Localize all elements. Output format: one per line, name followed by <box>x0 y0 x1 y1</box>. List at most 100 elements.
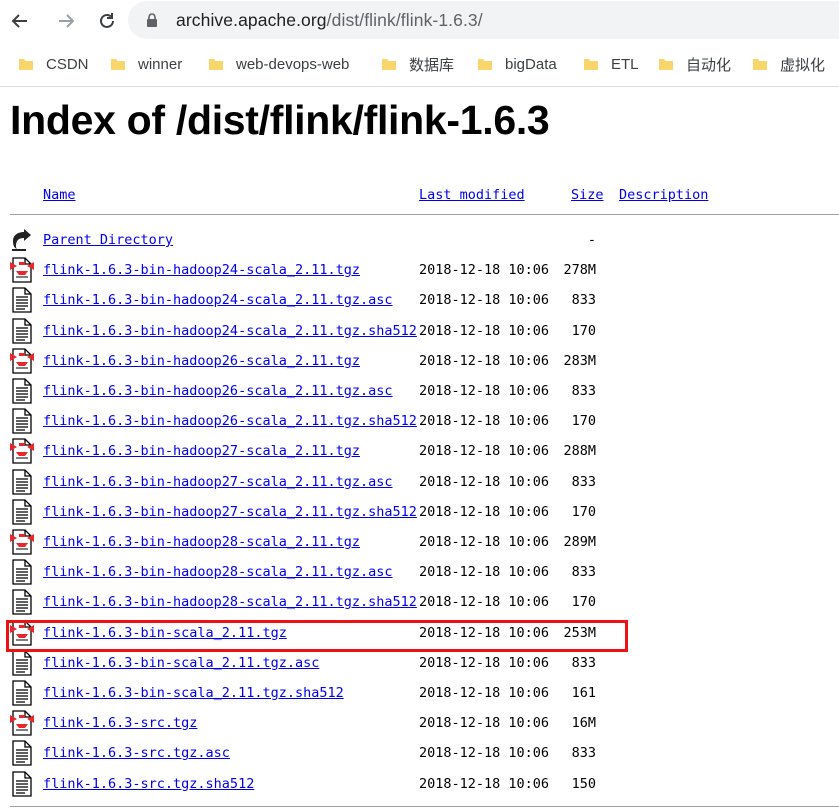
file-link[interactable]: flink-1.6.3-bin-hadoop28-scala_2.11.tgz.… <box>43 564 393 580</box>
file-link[interactable]: flink-1.6.3-bin-hadoop24-scala_2.11.tgz.… <box>43 292 393 308</box>
last-modified: 2018-12-18 10:06 <box>419 594 550 611</box>
table-row: flink-1.6.3-bin-hadoop27-scala_2.11.tgz.… <box>0 467 839 497</box>
last-modified: 2018-12-18 10:06 <box>419 322 550 339</box>
file-size: 833 <box>571 564 596 581</box>
last-modified: 2018-12-18 10:06 <box>419 654 550 671</box>
text-file-icon <box>10 317 34 344</box>
bookmark-label: web-devops-web <box>236 55 350 73</box>
bookmark-etl[interactable]: ETL <box>583 53 639 75</box>
file-link[interactable]: flink-1.6.3-bin-scala_2.11.tgz.asc <box>43 655 319 671</box>
table-row: flink-1.6.3-bin-hadoop28-scala_2.11.tgz.… <box>0 587 839 617</box>
text-file-icon <box>10 770 34 797</box>
file-link[interactable]: flink-1.6.3-bin-hadoop26-scala_2.11.tgz <box>43 353 360 369</box>
reload-icon <box>100 13 114 28</box>
table-row: flink-1.6.3-bin-hadoop24-scala_2.11.tgz 2… <box>0 255 839 285</box>
archive-icon <box>10 348 34 374</box>
table-row: flink-1.6.3-bin-hadoop28-scala_2.11.tgz.… <box>0 557 839 587</box>
file-size: 833 <box>571 292 596 309</box>
file-size: 16M <box>571 715 596 732</box>
file-link[interactable]: flink-1.6.3-bin-hadoop27-scala_2.11.tgz.… <box>43 504 417 520</box>
file-link[interactable]: flink-1.6.3-bin-hadoop24-scala_2.11.tgz <box>43 262 360 278</box>
file-link[interactable]: flink-1.6.3-src.tgz.sha512 <box>43 776 254 792</box>
address-bar[interactable]: archive.apache.org/dist/flink/flink-1.6.… <box>128 1 839 39</box>
back-button[interactable] <box>7 8 33 34</box>
bookmark-csdn[interactable]: CSDN <box>18 53 89 75</box>
file-link[interactable]: flink-1.6.3-bin-hadoop26-scala_2.11.tgz.… <box>43 413 417 429</box>
file-size: 833 <box>571 383 596 399</box>
bookmark-web-devops-web[interactable]: web-devops-web <box>208 53 349 75</box>
arrow-right-icon <box>59 14 75 28</box>
bookmark-label: ETL <box>611 55 639 73</box>
url-text[interactable]: archive.apache.org/dist/flink/flink-1.6.… <box>176 10 483 31</box>
text-file-icon <box>10 559 34 585</box>
file-size: 170 <box>571 594 596 611</box>
bookmark-label: bigData <box>505 55 557 73</box>
text-file-icon <box>10 650 34 676</box>
file-link[interactable]: flink-1.6.3-bin-hadoop26-scala_2.11.tgz.… <box>43 383 393 399</box>
file-link[interactable]: flink-1.6.3-bin-hadoop27-scala_2.11.tgz <box>43 443 360 459</box>
file-size: 170 <box>571 322 596 339</box>
file-link[interactable]: flink-1.6.3-bin-hadoop28-scala_2.11.tgz <box>43 534 360 550</box>
text-file-icon <box>10 589 34 616</box>
bookmark-label: winner <box>138 55 183 73</box>
file-size: 288M <box>563 443 596 460</box>
table-row: flink-1.6.3-bin-hadoop27-scala_2.11.tgz.… <box>0 497 839 527</box>
table-row: flink-1.6.3-bin-hadoop26-scala_2.11.tgz.… <box>0 406 839 436</box>
bookmark-virtualization[interactable]: 虚拟化 <box>752 53 825 75</box>
file-link[interactable]: flink-1.6.3-src.tgz <box>43 715 197 731</box>
column-header-name[interactable]: Name <box>43 187 76 203</box>
text-file-icon <box>10 287 34 314</box>
last-modified: 2018-12-18 10:06 <box>419 534 550 550</box>
table-row: flink-1.6.3-bin-scala_2.11.tgz.sha512 201… <box>0 678 839 708</box>
column-header-size[interactable]: Size <box>571 187 604 203</box>
file-link[interactable]: flink-1.6.3-src.tgz.asc <box>43 745 230 761</box>
bookmark-bigdata[interactable]: bigData <box>477 53 557 75</box>
folder-icon <box>209 59 223 70</box>
last-modified: 2018-12-18 10:06 <box>419 383 550 399</box>
file-link[interactable]: flink-1.6.3-bin-hadoop24-scala_2.11.tgz.… <box>43 323 417 339</box>
last-modified: 2018-12-18 10:06 <box>419 564 550 581</box>
folder-icon <box>478 59 492 70</box>
file-size: 833 <box>571 654 596 671</box>
last-modified: 2018-12-18 10:06 <box>419 413 550 430</box>
last-modified: 2018-12-18 10:06 <box>419 745 550 762</box>
table-row: flink-1.6.3-bin-hadoop26-scala_2.11.tgz 2… <box>0 346 839 376</box>
file-size: 170 <box>571 413 596 430</box>
table-row: flink-1.6.3-bin-scala_2.11.tgz.asc 2018-1… <box>0 648 839 678</box>
lock-icon[interactable] <box>146 13 158 28</box>
last-modified: 2018-12-18 10:06 <box>419 262 550 279</box>
bookmark-database[interactable]: 数据库 <box>381 53 454 75</box>
highlight-box <box>6 620 628 652</box>
text-file-icon <box>10 468 34 495</box>
text-file-icon <box>10 740 34 767</box>
bookmark-winner[interactable]: winner <box>110 53 182 75</box>
text-file-icon <box>10 499 34 525</box>
forward-button[interactable] <box>53 8 79 34</box>
page-title: Index of /dist/flink/flink-1.6.3 <box>10 97 550 143</box>
folder-icon <box>382 59 396 70</box>
last-modified: 2018-12-18 10:06 <box>419 503 550 520</box>
table-row: flink-1.6.3-bin-hadoop26-scala_2.11.tgz.… <box>0 376 839 406</box>
table-row: flink-1.6.3-src.tgz.sha512 2018-12-18 10:… <box>0 769 839 799</box>
last-modified: 2018-12-18 10:06 <box>419 473 550 490</box>
reload-button[interactable] <box>94 8 120 34</box>
file-link[interactable]: flink-1.6.3-bin-hadoop28-scala_2.11.tgz.… <box>43 594 417 610</box>
bookmark-label: 自动化 <box>686 56 732 74</box>
folder-icon <box>584 59 598 70</box>
arrow-left-icon <box>11 14 27 28</box>
folder-icon <box>19 59 33 70</box>
file-size: 150 <box>571 775 596 792</box>
column-header-last-modified[interactable]: Last modified <box>419 187 525 203</box>
text-file-icon <box>10 680 34 706</box>
file-link[interactable]: flink-1.6.3-bin-scala_2.11.tgz.sha512 <box>43 685 344 701</box>
parent-directory-row: Parent Directory - <box>0 225 839 255</box>
last-modified: 2018-12-18 10:06 <box>419 292 550 309</box>
column-header-description[interactable]: Description <box>619 187 708 203</box>
bookmarks-bar: CSDN winner web-devops-web 数据库 bigData E… <box>0 42 839 87</box>
last-modified: 2018-12-18 10:06 <box>419 443 550 460</box>
folder-icon <box>659 59 673 70</box>
parent-directory-link[interactable]: Parent Directory <box>43 232 173 248</box>
file-link[interactable]: flink-1.6.3-bin-hadoop27-scala_2.11.tgz.… <box>43 474 393 490</box>
last-modified: 2018-12-18 10:06 <box>419 685 550 701</box>
bookmark-automation[interactable]: 自动化 <box>658 53 731 75</box>
